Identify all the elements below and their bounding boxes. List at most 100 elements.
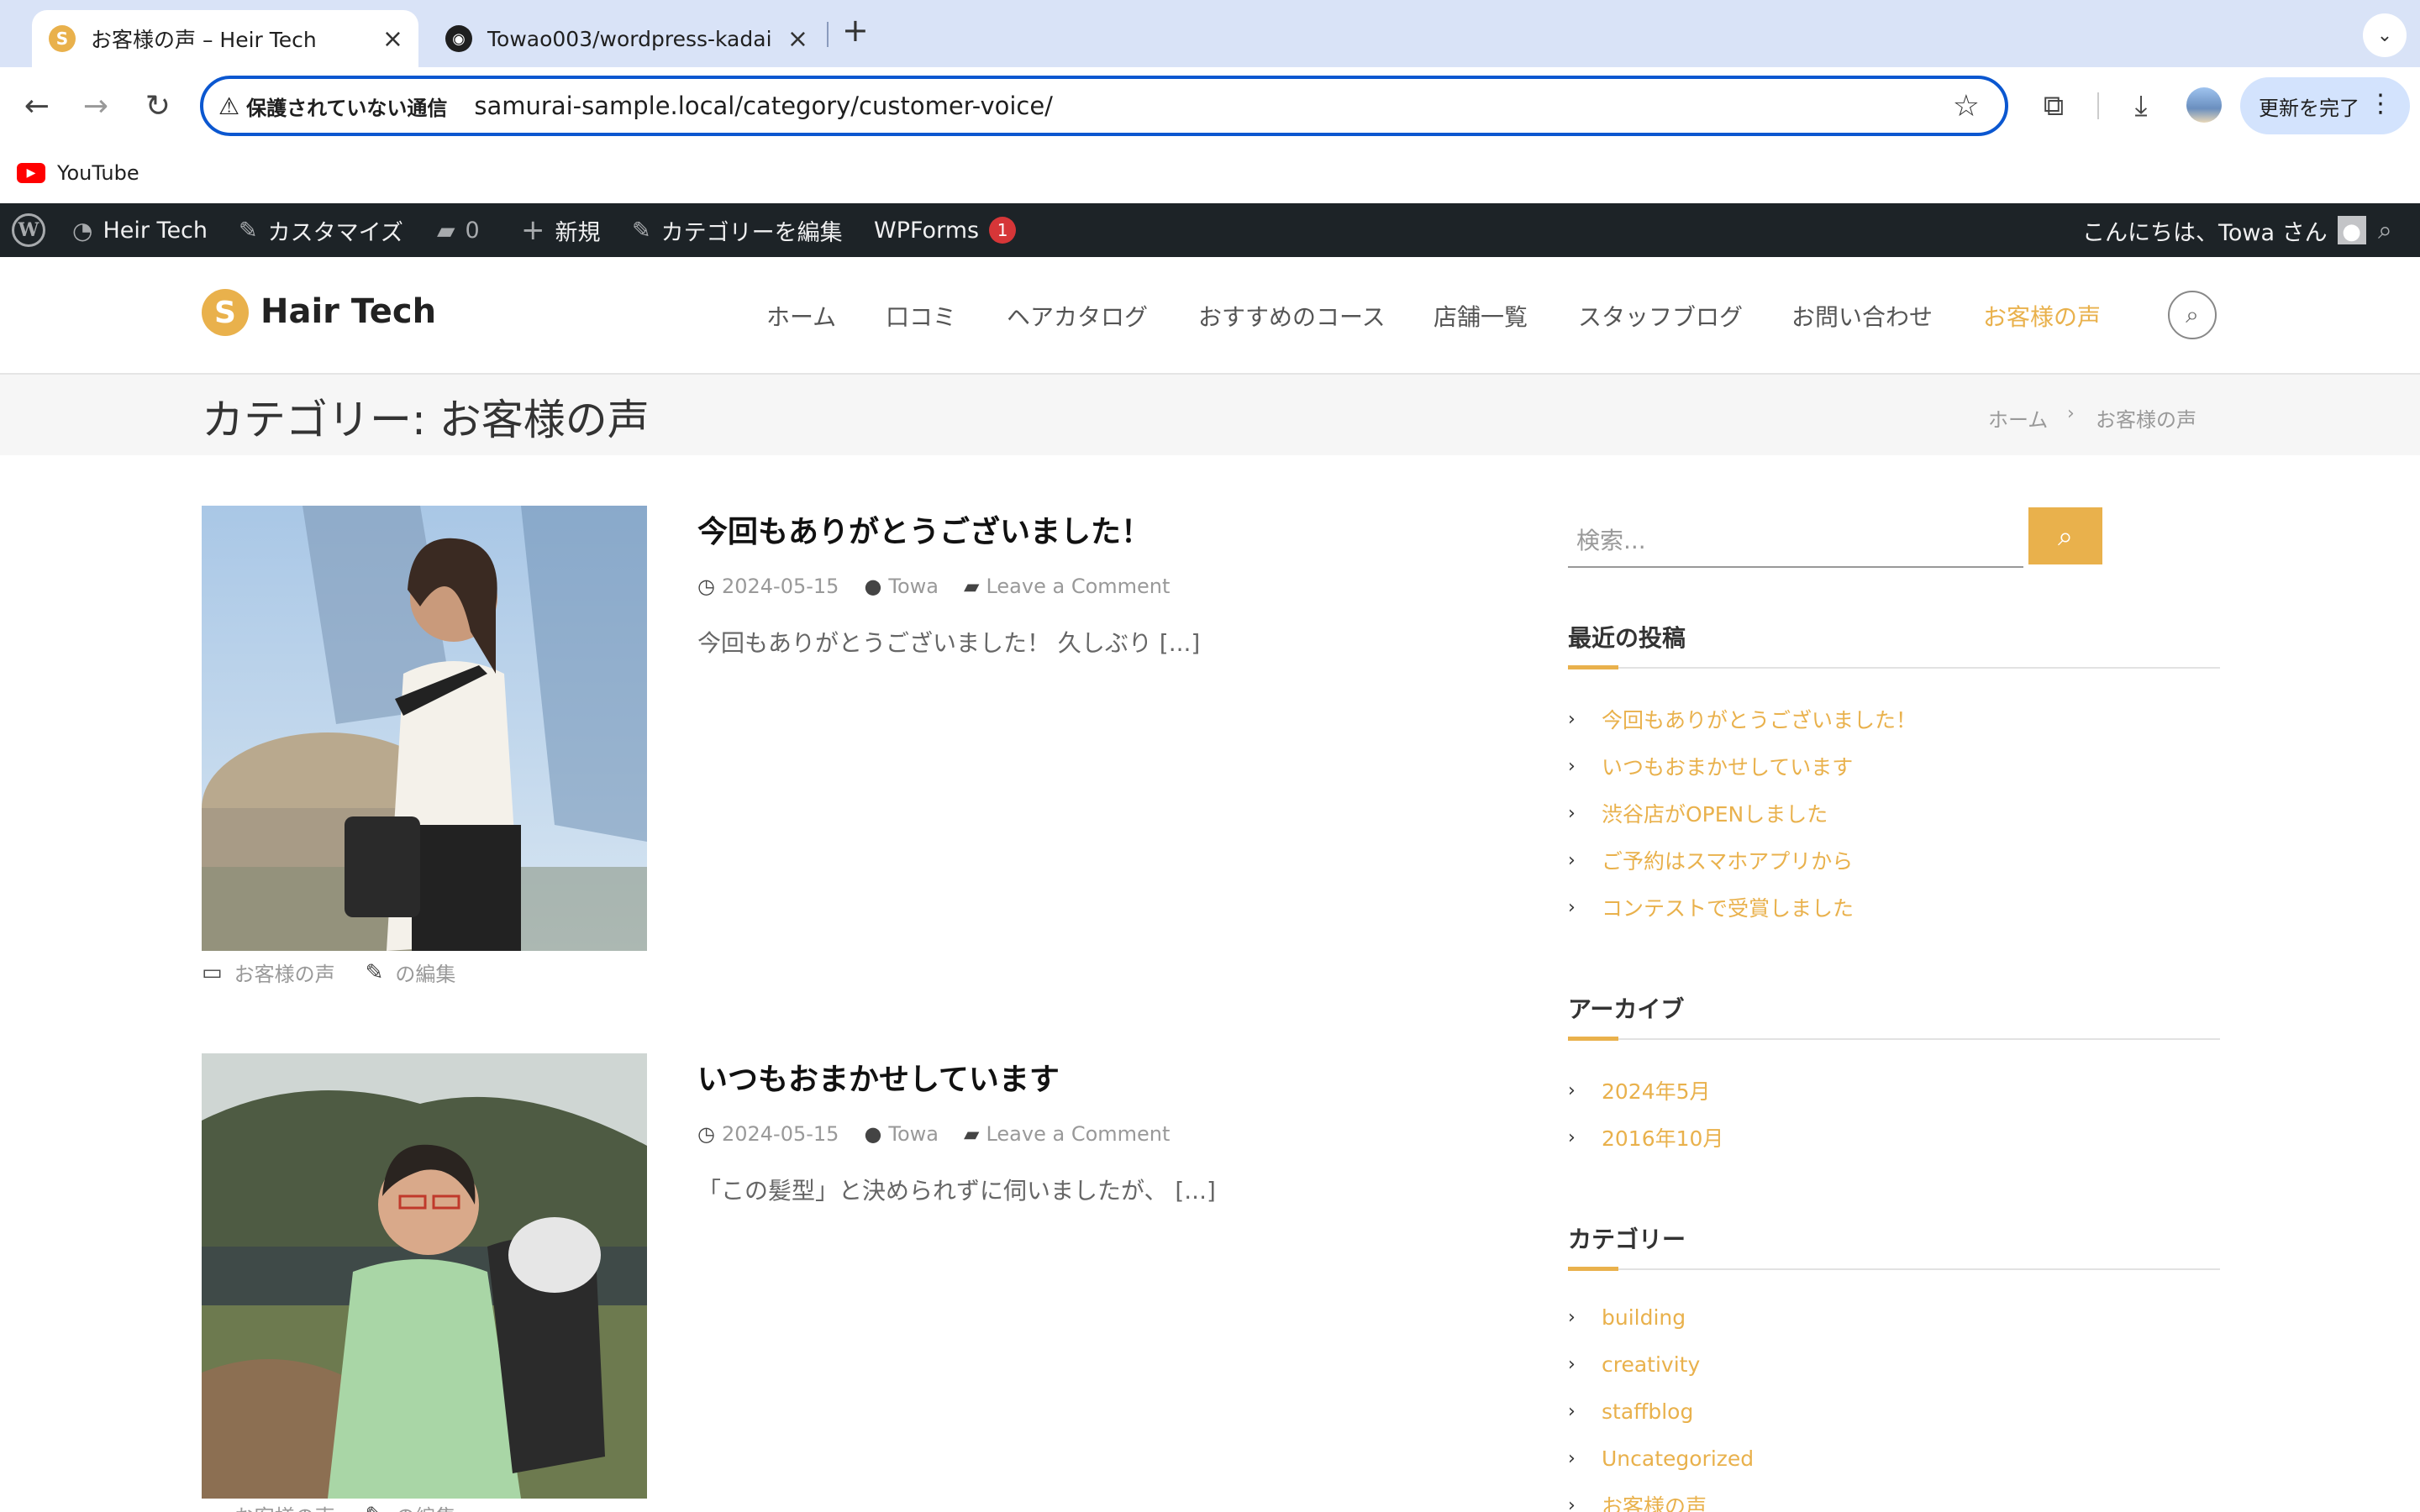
adminbar-new[interactable]: + 新規 [521,203,601,257]
bookmark-youtube[interactable]: ▶ YouTube [17,161,139,185]
download-icon[interactable]: ⤓ [2121,86,2161,126]
update-complete-button[interactable]: 更新を完了 ⋮ [2240,77,2410,134]
adminbar-edit-category[interactable]: ✎ カテゴリーを編集 [632,203,843,257]
post-thumbnail[interactable] [202,506,647,951]
nav-item-home[interactable]: ホーム [766,299,836,333]
breadcrumb-home[interactable]: ホーム [1988,403,2048,433]
page-title: カテゴリー: お客様の声 [202,396,650,444]
nav-item-hair-catalog[interactable]: ヘアカタログ [1007,299,1148,333]
bookmark-label: YouTube [57,161,139,185]
nav-item-customer-voice[interactable]: お客様の声 [1983,299,2101,333]
profile-avatar[interactable] [2186,87,2222,123]
post-date[interactable]: ◷ 2024-05-15 [697,1122,839,1146]
post-excerpt: 今回もありがとうございました！ 久しぶり [...] [697,629,1201,657]
category-link[interactable]: › staffblog [1568,1399,1693,1424]
nav-item-reviews[interactable]: 口コミ [886,299,956,333]
new-tab-button[interactable]: + [842,12,869,49]
category-link[interactable]: › creativity [1568,1352,1700,1377]
category-label: staffblog [1602,1399,1694,1424]
archive-link[interactable]: › 2024年5月 [1568,1075,1711,1105]
toolbar-divider [2097,92,2099,119]
post-author-label: Towa [888,575,939,598]
adminbar-customize[interactable]: ✎ カスタマイズ [239,203,403,257]
recent-post-label: コンテストで受賞しました [1602,896,1854,921]
comments-count: 0 [465,217,480,244]
post-thumbnail[interactable] [202,1053,647,1499]
wpforms-label: WPForms [874,217,980,244]
site-name-label: Heir Tech [103,217,208,244]
chevron-right-icon: › [1568,1494,1576,1512]
update-label: 更新を完了 [2259,96,2360,120]
nav-item-stores[interactable]: 店舗一覧 [1434,299,1528,333]
recent-post-link[interactable]: › いつもおまかせしています [1568,751,1853,781]
post-edit-link[interactable]: ✎ の編集 [366,958,456,987]
adminbar-wpforms[interactable]: WPForms 1 [874,203,1017,257]
widget-accent [1568,1037,1618,1041]
post-edit-link[interactable]: ✎ の編集 [366,1500,456,1512]
site-title[interactable]: Hair Tech [260,292,436,331]
category-link[interactable]: › Uncategorized [1568,1446,1754,1471]
folder-open-icon: ▭ [202,959,223,985]
category-label: building [1602,1305,1686,1330]
category-label: creativity [1602,1352,1701,1377]
post-comments[interactable]: ▰ Leave a Comment [964,1122,1170,1146]
post-title[interactable]: 今回もありがとうございました！ [697,507,1151,551]
post-category-label: お客様の声 [234,1500,335,1512]
archive-link[interactable]: › 2016年10月 [1568,1122,1723,1152]
address-bar[interactable]: ⚠ 保護されていない通信 samurai-sample.local/catego… [200,76,2008,136]
recent-post-link[interactable]: › 今回もありがとうございました！ [1568,704,1917,734]
close-icon[interactable]: × [382,24,403,54]
post-category[interactable]: ▭ お客様の声 [202,1500,335,1512]
paintbrush-icon: ✎ [239,217,258,244]
nav-item-staff-blog[interactable]: スタッフブログ [1578,299,1743,333]
wordpress-logo-icon[interactable]: W [12,203,45,257]
security-label: 保護されていない通信 [246,96,448,120]
recent-post-link[interactable]: › ご予約はスマホアプリから [1568,845,1853,875]
adminbar-search-icon[interactable]: ⌕ [2378,203,2392,257]
forward-arrow-icon[interactable]: → [76,86,116,126]
adminbar-comments[interactable]: ▰ 0 [437,203,480,257]
chevron-right-icon: › [1568,1126,1576,1148]
security-indicator[interactable]: ⚠ 保護されていない通信 [218,92,447,121]
post-title[interactable]: いつもおまかせしています [697,1055,1060,1099]
recent-post-link[interactable]: › コンテストで受賞しました [1568,892,1854,922]
widget-title-recent: 最近の投稿 [1568,624,1686,652]
widget-divider [1568,1038,2220,1040]
nav-item-courses[interactable]: おすすめのコース [1198,299,1386,333]
reload-icon[interactable]: ↻ [138,86,178,126]
tab-search-chevron-down-icon[interactable]: ⌄ [2363,13,2407,57]
bookmark-star-icon[interactable]: ☆ [1953,89,1980,123]
tab-customer-voice[interactable]: S お客様の声 – Heir Tech × [32,10,418,67]
site-logo-icon[interactable]: S [202,289,249,336]
post-date[interactable]: ◷ 2024-05-15 [697,575,839,598]
clock-icon: ◷ [697,1122,715,1146]
nav-item-contact[interactable]: お問い合わせ [1791,299,1933,333]
post-comments-label: Leave a Comment [986,1122,1171,1146]
recent-post-link[interactable]: › 渋谷店がOPENしました [1568,798,1828,828]
adminbar-account[interactable]: こんにちは、Towa さん ● [2082,203,2366,257]
category-link[interactable]: › お客様の声 [1568,1490,1707,1512]
tab-github[interactable]: ◉ Towao003/wordpress-kadai × [429,10,823,67]
chevron-right-icon: › [1568,755,1576,777]
category-label: Uncategorized [1602,1446,1754,1471]
post-category[interactable]: ▭ お客様の声 [202,958,335,987]
adminbar-site-name[interactable]: ◔ Heir Tech [72,203,208,257]
archive-label: 2016年10月 [1602,1126,1724,1151]
post-author[interactable]: ● Towa [864,575,939,598]
header-search-icon[interactable]: ⌕ [2168,291,2217,339]
category-link[interactable]: › building [1568,1305,1686,1330]
back-arrow-icon[interactable]: ← [17,86,57,126]
sidebar-search-input[interactable]: 検索... [1568,507,2023,568]
chevron-right-icon: › [1568,1354,1576,1375]
url-text[interactable]: samurai-sample.local/category/customer-v… [474,92,1053,120]
extensions-puzzle-icon[interactable]: ⧉ [2033,86,2074,126]
more-vert-icon[interactable]: ⋮ [2368,89,2393,118]
wp-admin-bar: W ◔ Heir Tech ✎ カスタマイズ ▰ 0 + 新規 ✎ カテゴリーを… [0,203,2420,257]
clock-icon: ◷ [697,575,715,598]
sidebar-search-button[interactable]: ⌕ [2028,507,2102,564]
widget-divider [1568,667,2220,669]
post-author[interactable]: ● Towa [864,1122,939,1146]
close-icon[interactable]: × [787,24,808,54]
user-icon: ● [864,575,882,598]
post-comments[interactable]: ▰ Leave a Comment [964,575,1170,598]
